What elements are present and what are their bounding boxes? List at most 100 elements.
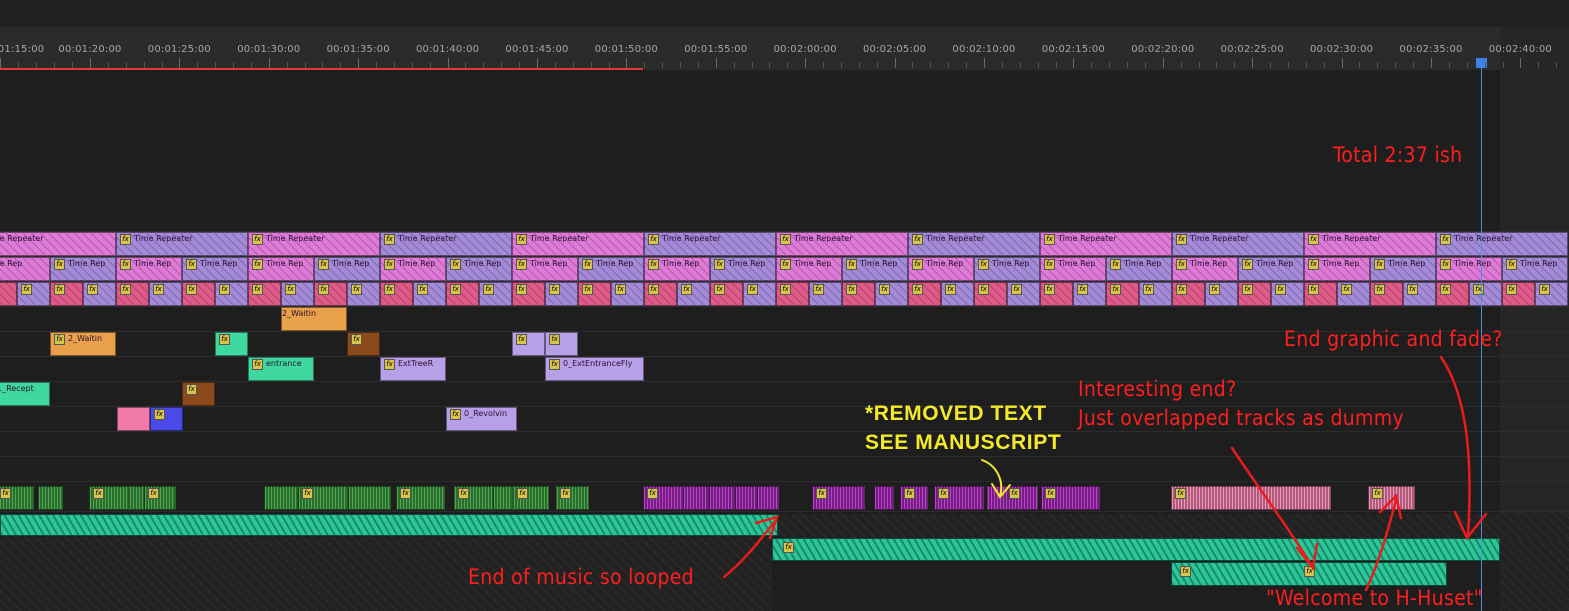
ruler-major-tick [447, 58, 449, 68]
ruler-major-tick [626, 58, 628, 68]
ruler-major-tick [1252, 58, 1254, 68]
ruler-minor-tick [1538, 62, 1540, 68]
ruler-timecode-label: 00:01:40:00 [415, 44, 480, 55]
ruler-minor-tick [1323, 62, 1325, 68]
ruler-minor-tick [393, 62, 395, 68]
ruler-minor-tick [71, 62, 73, 68]
ruler-major-tick [1431, 58, 1432, 68]
ruler-minor-tick [1287, 62, 1289, 68]
ruler-minor-tick [912, 62, 914, 68]
ruler-major-tick [1073, 58, 1075, 68]
ruler-timecode-label: 0:01:15:00 [0, 44, 45, 55]
ruler-timecode-label: 00:02:30:00 [1309, 44, 1374, 55]
ruler-minor-tick [608, 62, 610, 68]
ruler-minor-tick [1144, 62, 1146, 68]
ruler-minor-tick [733, 62, 735, 68]
ruler-minor-tick [429, 62, 431, 68]
ruler-timecode-label: 00:02:20:00 [1131, 44, 1195, 55]
ruler-minor-tick [1502, 62, 1504, 68]
ruler-minor-tick [1019, 62, 1021, 68]
ruler-major-tick [1520, 58, 1522, 68]
annotation-arrows [722, 355, 1488, 592]
ruler-minor-tick [322, 62, 324, 68]
ruler-timecode-label: 00:01:35:00 [326, 44, 390, 55]
ruler-major-tick [358, 58, 360, 68]
ruler-timecode-label: 00:02:10:00 [952, 44, 1016, 55]
ruler-timecode-label: 00:02:25:00 [1220, 44, 1284, 55]
ruler-timecode-label: 00:01:50:00 [594, 44, 658, 55]
ruler-timecode-label: 00:01:45:00 [505, 44, 569, 55]
ruler-minor-tick [197, 62, 199, 68]
ruler-minor-tick [1413, 62, 1415, 68]
ruler-major-tick [894, 58, 896, 68]
ruler-minor-tick [340, 62, 342, 68]
ruler-major-tick [179, 58, 181, 68]
ruler-major-tick [268, 58, 270, 68]
ruler-minor-tick [680, 62, 682, 68]
ruler-major-tick [715, 58, 717, 68]
ruler-minor-tick [1001, 62, 1003, 68]
ruler-minor-tick [1198, 62, 1200, 68]
ruler-minor-tick [1484, 62, 1486, 68]
ruler-minor-tick [644, 62, 646, 68]
ruler-timecode-label: 00:02:15:00 [1041, 44, 1105, 55]
ruler-minor-tick [930, 62, 932, 68]
ruler-minor-tick [697, 62, 699, 68]
ruler-minor-tick [286, 62, 288, 68]
ruler-minor-tick [1448, 62, 1450, 68]
ruler-timecode-label: 00:02:35:00 [1399, 44, 1463, 55]
ruler-timecode-label: 00:01:25:00 [147, 44, 211, 55]
ruler-major-tick [1341, 58, 1343, 68]
ruler-minor-tick [411, 62, 413, 68]
ruler-minor-tick [376, 62, 378, 68]
ruler-minor-tick [1127, 62, 1129, 68]
ruler-minor-tick [1180, 62, 1182, 68]
ruler-minor-tick [519, 62, 521, 68]
ruler-major-tick [805, 58, 807, 68]
ruler-timecode-label: 00:01:20:00 [58, 44, 122, 55]
ruler-minor-tick [35, 62, 37, 68]
ruler-major-tick [0, 58, 1, 68]
ruler-minor-tick [161, 62, 163, 68]
ruler-minor-tick [1305, 62, 1307, 68]
ruler-minor-tick [1359, 62, 1361, 68]
arrow-removed-text [981, 459, 1003, 497]
ruler-minor-tick [590, 62, 592, 68]
ruler-minor-tick [1109, 62, 1111, 68]
ruler-minor-tick [250, 62, 252, 68]
ruler-major-tick [984, 58, 985, 68]
ruler-major-tick [537, 58, 538, 68]
ruler-minor-tick [304, 62, 306, 68]
ruler-minor-tick [1377, 62, 1379, 68]
ruler-minor-tick [1091, 62, 1093, 68]
ruler-minor-tick [769, 62, 771, 68]
ruler-timecode-label: 00:02:05:00 [862, 44, 927, 55]
ruler-timecode-label: 00:01:30:00 [237, 44, 301, 55]
ruler-minor-tick [143, 62, 145, 68]
ruler-minor-tick [483, 62, 485, 68]
ruler-major-tick [1162, 58, 1164, 68]
arrow-welcome [1364, 498, 1398, 592]
ruler-minor-tick [1466, 62, 1468, 68]
ruler-minor-tick [948, 62, 950, 68]
ruler-minor-tick [1234, 62, 1236, 68]
ruler-minor-tick [858, 62, 860, 68]
ruler-timecode-label: 00:02:00:00 [773, 44, 837, 55]
ruler-minor-tick [1270, 62, 1272, 68]
ruler-minor-tick [662, 62, 664, 68]
ruler-minor-tick [1556, 62, 1558, 68]
ruler-minor-tick [53, 62, 55, 68]
arrow-overlapped [1230, 446, 1314, 568]
ruler-minor-tick [966, 62, 968, 68]
arrow-end-graphic [1439, 355, 1471, 537]
ruler-major-tick [90, 58, 91, 68]
ruler-minor-tick [1037, 62, 1039, 68]
ruler-minor-tick [465, 62, 467, 68]
ruler-minor-tick [787, 62, 789, 68]
ruler-minor-tick [1055, 62, 1057, 68]
ruler-minor-tick [17, 62, 19, 68]
ruler-timecode-label: 00:01:55:00 [684, 44, 748, 55]
ruler-minor-tick [840, 62, 842, 68]
ruler-minor-tick [876, 62, 878, 68]
ruler-minor-tick [751, 62, 753, 68]
